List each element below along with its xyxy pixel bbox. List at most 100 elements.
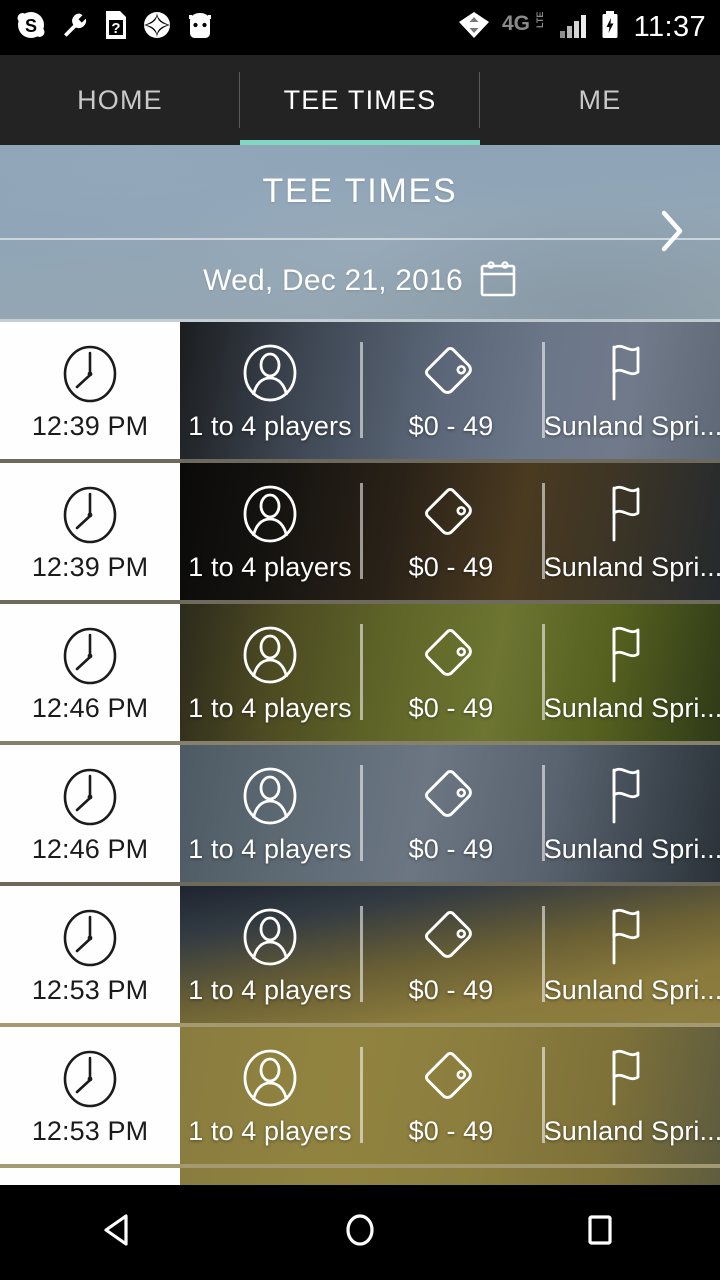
golf-flag-icon: [602, 903, 664, 967]
golf-flag-icon: [602, 1044, 664, 1108]
course-cell: Sunland Spri...: [542, 745, 720, 882]
course-cell: Sunland Spri...: [542, 322, 720, 459]
status-bar-right-icons: 4G LTE 11:37: [457, 10, 706, 45]
triangle-back-icon: [99, 1209, 141, 1256]
tee-time-row-body: 1 to 4 players $0 - 49 Sunland Spri...: [180, 463, 720, 600]
tab-home-label: HOME: [77, 84, 163, 115]
clock-icon: [60, 484, 120, 546]
players-cell: 1 to 4 players: [180, 463, 360, 600]
tab-me[interactable]: ME: [480, 55, 720, 145]
chevron-right-icon: [657, 206, 687, 261]
cyanogenmod-robot-icon: [186, 10, 214, 45]
tee-time-time-cell: [0, 1168, 180, 1185]
row-background-image: [180, 1168, 720, 1185]
calendar-icon: [479, 259, 517, 304]
price-tag-icon: [420, 1044, 482, 1108]
tee-time-row-body: [180, 1168, 720, 1185]
nav-home-button[interactable]: [240, 1185, 480, 1280]
tee-time-row[interactable]: 12:46 PM 1 to 4 players $0 - 49 Sunland Spr…: [0, 745, 720, 886]
svg-text:LTE: LTE: [535, 12, 545, 28]
course-cell: Sunland Spri...: [542, 604, 720, 741]
status-bar-clock: 11:37: [633, 11, 706, 43]
tab-tee-times[interactable]: TEE TIMES: [240, 55, 480, 145]
tee-time-row[interactable]: 12:53 PM 1 to 4 players $0 - 49 Sunland Spr…: [0, 1027, 720, 1168]
tee-time-row-body: 1 to 4 players $0 - 49 Sunland Spri...: [180, 604, 720, 741]
tee-time-row[interactable]: 12:39 PM 1 to 4 players $0 - 49 Sunland Spr…: [0, 322, 720, 463]
players-cell: 1 to 4 players: [180, 322, 360, 459]
price-cell: $0 - 49: [360, 322, 542, 459]
svg-text:4G: 4G: [502, 12, 530, 35]
top-tab-bar: HOME TEE TIMES ME: [0, 55, 720, 145]
clock-icon: [60, 625, 120, 687]
golf-flag-icon: [602, 621, 664, 685]
players-cell: 1 to 4 players: [180, 886, 360, 1023]
tee-time-row[interactable]: [0, 1168, 720, 1185]
price-tag-icon: [420, 621, 482, 685]
next-day-button[interactable]: [646, 203, 698, 265]
tee-time-time-cell: 12:46 PM: [0, 745, 180, 882]
price-label: $0 - 49: [408, 693, 494, 723]
price-label: $0 - 49: [408, 975, 494, 1005]
person-icon: [240, 903, 300, 967]
price-label: $0 - 49: [408, 834, 494, 864]
clock-icon: [60, 1048, 120, 1110]
tee-time-label: 12:39 PM: [31, 411, 149, 441]
price-label: $0 - 49: [408, 552, 494, 582]
tee-time-time-cell: 12:46 PM: [0, 604, 180, 741]
course-label: Sunland Spri...: [543, 1116, 720, 1146]
tee-time-row-body: 1 to 4 players $0 - 49 Sunland Spri...: [180, 322, 720, 459]
price-cell: $0 - 49: [360, 463, 542, 600]
square-recents-icon: [579, 1209, 621, 1256]
tee-time-label: 12:53 PM: [31, 1116, 149, 1146]
players-label: 1 to 4 players: [188, 411, 352, 441]
players-label: 1 to 4 players: [188, 975, 352, 1005]
tee-time-row[interactable]: 12:46 PM 1 to 4 players $0 - 49 Sunland Spr…: [0, 604, 720, 745]
tee-time-label: 12:53 PM: [31, 975, 149, 1005]
date-selector[interactable]: Wed, Dec 21, 2016: [0, 240, 720, 322]
tab-home[interactable]: HOME: [0, 55, 240, 145]
svg-text:S: S: [25, 16, 37, 36]
status-bar: S ? 4G LTE 11:37: [0, 0, 720, 55]
tab-tee-times-label: TEE TIMES: [283, 84, 437, 115]
price-tag-icon: [420, 762, 482, 826]
nav-recents-button[interactable]: [480, 1185, 720, 1280]
person-icon: [240, 480, 300, 544]
tee-time-list[interactable]: 12:39 PM 1 to 4 players $0 - 49 Sunland Spr…: [0, 322, 720, 1185]
starburst-icon: [142, 10, 172, 45]
tee-time-row[interactable]: 12:39 PM 1 to 4 players $0 - 49 Sunland Spr…: [0, 463, 720, 604]
players-label: 1 to 4 players: [188, 1116, 352, 1146]
nav-back-button[interactable]: [0, 1185, 240, 1280]
golf-flag-icon: [602, 762, 664, 826]
players-label: 1 to 4 players: [188, 834, 352, 864]
price-tag-icon: [420, 339, 482, 403]
tee-time-label: 12:46 PM: [31, 693, 149, 723]
course-cell: Sunland Spri...: [542, 1027, 720, 1164]
price-tag-icon: [420, 480, 482, 544]
tee-time-time-cell: 12:53 PM: [0, 886, 180, 1023]
tee-time-label: 12:39 PM: [31, 552, 149, 582]
phone-screen: S ? 4G LTE 11:37 HOME TEE TIMES ME TEE T…: [0, 0, 720, 1280]
tee-time-time-cell: 12:39 PM: [0, 463, 180, 600]
price-label: $0 - 49: [408, 1116, 494, 1146]
price-tag-icon: [420, 903, 482, 967]
course-label: Sunland Spri...: [543, 693, 720, 723]
golf-flag-icon: [602, 480, 664, 544]
battery-charging-icon: [600, 10, 620, 45]
course-label: Sunland Spri...: [543, 552, 720, 582]
android-nav-bar: [0, 1185, 720, 1280]
sim-question-icon: ?: [104, 10, 128, 45]
tee-time-row[interactable]: 12:53 PM 1 to 4 players $0 - 49 Sunland Spr…: [0, 886, 720, 1027]
price-cell: $0 - 49: [360, 745, 542, 882]
course-label: Sunland Spri...: [543, 411, 720, 441]
signal-bars-icon: [559, 10, 589, 45]
golf-flag-icon: [602, 339, 664, 403]
players-label: 1 to 4 players: [188, 552, 352, 582]
status-bar-left-icons: S ?: [16, 10, 214, 45]
clock-icon: [60, 343, 120, 405]
network-type-icon: 4G LTE: [502, 10, 548, 45]
skype-icon: S: [16, 10, 46, 45]
person-icon: [240, 339, 300, 403]
tee-time-time-cell: 12:39 PM: [0, 322, 180, 459]
price-cell: $0 - 49: [360, 604, 542, 741]
price-cell: $0 - 49: [360, 1027, 542, 1164]
